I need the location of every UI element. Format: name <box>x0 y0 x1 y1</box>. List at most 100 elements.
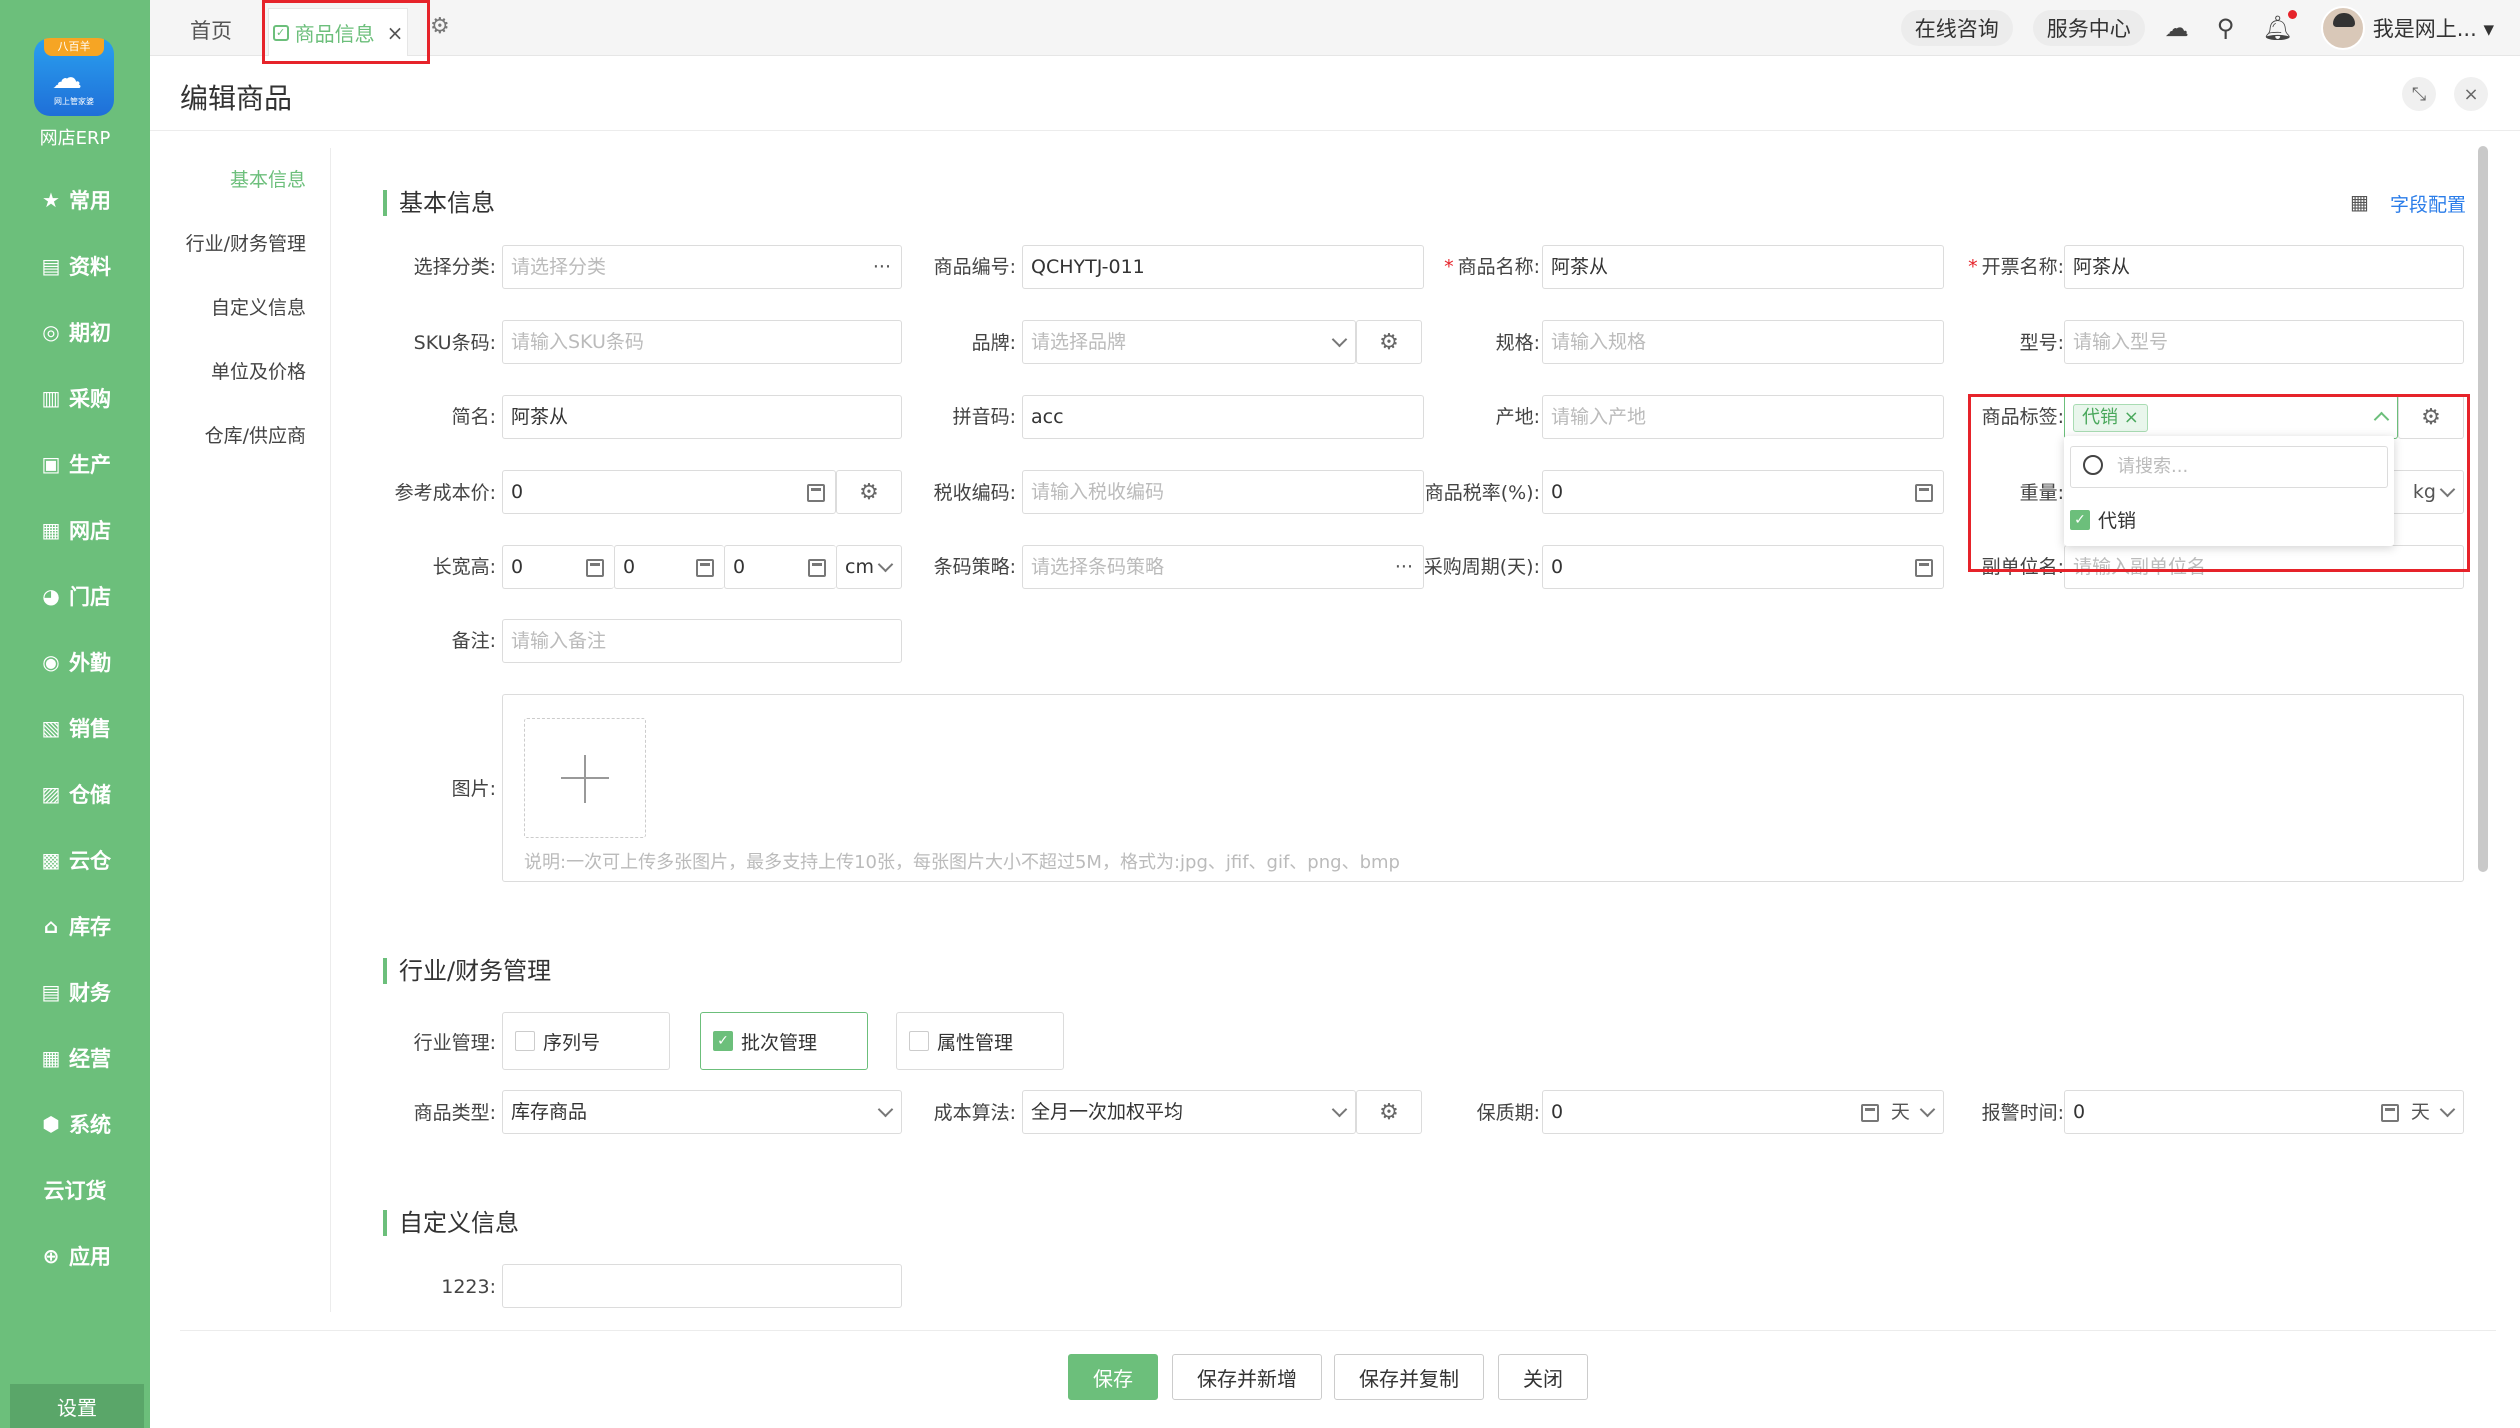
dims-unit-select[interactable]: cm <box>836 545 902 589</box>
sidebar-item-apps[interactable]: ⊕ 应用 <box>0 1236 150 1276</box>
system-icon: ⬢ <box>42 1112 60 1136</box>
sidebar-item-cloud-order[interactable]: 云订货 <box>0 1170 150 1210</box>
tab-home[interactable]: 首页 <box>190 0 232 56</box>
production-icon: ▣ <box>41 452 61 476</box>
code-input[interactable]: QCHYTJ-011 <box>1022 245 1424 289</box>
section-nav-industry[interactable]: 行业/财务管理 <box>180 212 330 276</box>
close-button[interactable]: 关闭 <box>1498 1354 1588 1400</box>
length-input[interactable]: 0 <box>502 545 614 589</box>
sidebar-item-common[interactable]: ★ 常用 <box>0 180 150 220</box>
height-input[interactable]: 0 <box>724 545 836 589</box>
sidebar-item-storage[interactable]: ▨ 仓储 <box>0 774 150 814</box>
field-config-link[interactable]: 字段配置 <box>2390 190 2466 217</box>
top-right-tools: 在线咨询 服务中心 ☁ ⚲ 🔔︎ 我是网上... ▾ <box>1900 0 2520 56</box>
sidebar-item-field[interactable]: ◉ 外勤 <box>0 642 150 682</box>
origin-input[interactable]: 请输入产地 <box>1542 395 1944 439</box>
sidebar-item-purchase[interactable]: ▥ 采购 <box>0 378 150 418</box>
barcode-policy-select[interactable]: 请选择条码策略 ··· <box>1022 545 1424 589</box>
remark-label: 备注: <box>451 630 496 652</box>
save-button[interactable]: 保存 <box>1068 1354 1158 1400</box>
sku-input[interactable]: 请输入SKU条码 <box>502 320 902 364</box>
close-icon[interactable]: × <box>2454 77 2488 111</box>
scrollbar[interactable] <box>2478 146 2488 872</box>
batch-checkbox[interactable]: ✓ 批次管理 <box>700 1012 868 1070</box>
brand-settings-gear-icon[interactable]: ⚙ <box>1356 320 1422 364</box>
model-input[interactable]: 请输入型号 <box>2064 320 2464 364</box>
sidebar-item-inventory[interactable]: ⌂ 库存 <box>0 906 150 946</box>
pinyin-input[interactable]: acc <box>1022 395 1424 439</box>
custom-field-input[interactable] <box>502 1264 902 1308</box>
bell-icon[interactable]: 🔔︎ <box>2262 10 2297 42</box>
width-input[interactable]: 0 <box>614 545 724 589</box>
image-label: 图片: <box>451 778 496 800</box>
sidebar-item-finance[interactable]: ▤ 财务 <box>0 972 150 1012</box>
section-nav-unit-price[interactable]: 单位及价格 <box>180 340 330 404</box>
shop-icon: ▦ <box>41 518 61 542</box>
sidebar-item-production[interactable]: ▣ 生产 <box>0 444 150 484</box>
serial-checkbox[interactable]: 序列号 <box>502 1012 670 1070</box>
tax-rate-input[interactable]: 0 <box>1542 470 1944 514</box>
chevron-down-icon <box>2439 1101 2456 1118</box>
sidebar-item-business[interactable]: ▦ 经营 <box>0 1038 150 1078</box>
product-type-select[interactable]: 库存商品 <box>502 1090 902 1134</box>
service-center-button[interactable]: 服务中心 <box>2032 10 2145 46</box>
purchase-cycle-label: 采购周期(天): <box>1423 556 1540 578</box>
sidebar-item-data[interactable]: ▤ 资料 <box>0 246 150 286</box>
brand-label: 品牌: <box>971 332 1016 354</box>
short-name-input[interactable]: 阿茶从 <box>502 395 902 439</box>
sidebar-item-store[interactable]: ◕ 门店 <box>0 576 150 616</box>
collapse-icon[interactable]: ⤡ <box>2402 77 2436 111</box>
alert-time-input[interactable]: 0 天 <box>2064 1090 2464 1134</box>
name-input[interactable]: 阿茶从 <box>1542 245 1944 289</box>
ref-cost-gear-icon[interactable]: ⚙ <box>836 470 902 514</box>
shelf-life-label: 保质期: <box>1476 1102 1540 1124</box>
tax-code-input[interactable]: 请输入税收编码 <box>1022 470 1424 514</box>
ref-cost-input[interactable]: 0 <box>502 470 836 514</box>
purchase-cycle-input[interactable]: 0 <box>1542 545 1944 589</box>
sidebar-item-opening[interactable]: ◎ 期初 <box>0 312 150 352</box>
user-name[interactable]: 我是网上... ▾ <box>2373 13 2494 43</box>
cost-method-label: 成本算法: <box>933 1102 1016 1124</box>
model-label: 型号: <box>2019 332 2064 354</box>
app-logo[interactable]: 八百羊 ☁ 网上管家婆 <box>34 38 114 116</box>
attr-checkbox[interactable]: 属性管理 <box>896 1012 1064 1070</box>
search-icon[interactable]: ⚲ <box>2217 14 2235 42</box>
cost-method-select[interactable]: 全月一次加权平均 <box>1022 1090 1356 1134</box>
field-config-icon[interactable]: ▦ <box>2350 190 2369 214</box>
industry-label: 行业管理: <box>413 1032 496 1054</box>
section-nav-warehouse[interactable]: 仓库/供应商 <box>180 404 330 468</box>
section-nav-basic[interactable]: 基本信息 <box>180 148 330 212</box>
save-copy-button[interactable]: 保存并复制 <box>1334 1354 1484 1400</box>
cloud-download-icon[interactable]: ☁ <box>2165 14 2189 42</box>
sales-chart-icon: ▧ <box>41 716 61 740</box>
upload-plus-icon[interactable] <box>524 718 646 838</box>
spec-input[interactable]: 请输入规格 <box>1542 320 1944 364</box>
shelf-life-input[interactable]: 0 天 <box>1542 1090 1944 1134</box>
sidebar-item-cloud-warehouse[interactable]: ▩ 云仓 <box>0 840 150 880</box>
sidebar-item-system[interactable]: ⬢ 系统 <box>0 1104 150 1144</box>
save-new-button[interactable]: 保存并新增 <box>1172 1354 1322 1400</box>
settings-button[interactable]: 设置 <box>10 1384 144 1428</box>
online-consult-button[interactable]: 在线咨询 <box>1900 10 2013 46</box>
section-nav: 基本信息 行业/财务管理 自定义信息 单位及价格 仓库/供应商 <box>180 148 330 468</box>
section-nav-custom[interactable]: 自定义信息 <box>180 276 330 340</box>
pie-icon: ◕ <box>42 584 60 608</box>
warehouse-icon: ▨ <box>41 782 61 806</box>
sidebar-item-sales[interactable]: ▧ 销售 <box>0 708 150 748</box>
name-label: * 商品名称: <box>1444 256 1540 278</box>
page-header: 编辑商品 ⤡ × <box>150 57 2520 131</box>
custom-field-label: 1223: <box>441 1276 496 1298</box>
invoice-name-input[interactable]: 阿茶从 <box>2064 245 2464 289</box>
sidebar-item-shop[interactable]: ▦ 网店 <box>0 510 150 550</box>
checkbox-icon <box>515 1031 535 1051</box>
cost-method-gear-icon[interactable]: ⚙ <box>1356 1090 1422 1134</box>
brand-select[interactable]: 请选择品牌 <box>1022 320 1356 364</box>
ellipsis-icon: ··· <box>1394 556 1413 578</box>
business-icon: ▦ <box>41 1046 61 1070</box>
calculator-icon <box>807 471 825 513</box>
ref-cost-label: 参考成本价: <box>394 482 496 504</box>
tab-settings-gear-icon[interactable]: ⚙ <box>430 14 450 39</box>
category-select[interactable]: 请选择分类 ··· <box>502 245 902 289</box>
remark-input[interactable]: 请输入备注 <box>502 619 902 663</box>
avatar[interactable] <box>2320 6 2365 50</box>
